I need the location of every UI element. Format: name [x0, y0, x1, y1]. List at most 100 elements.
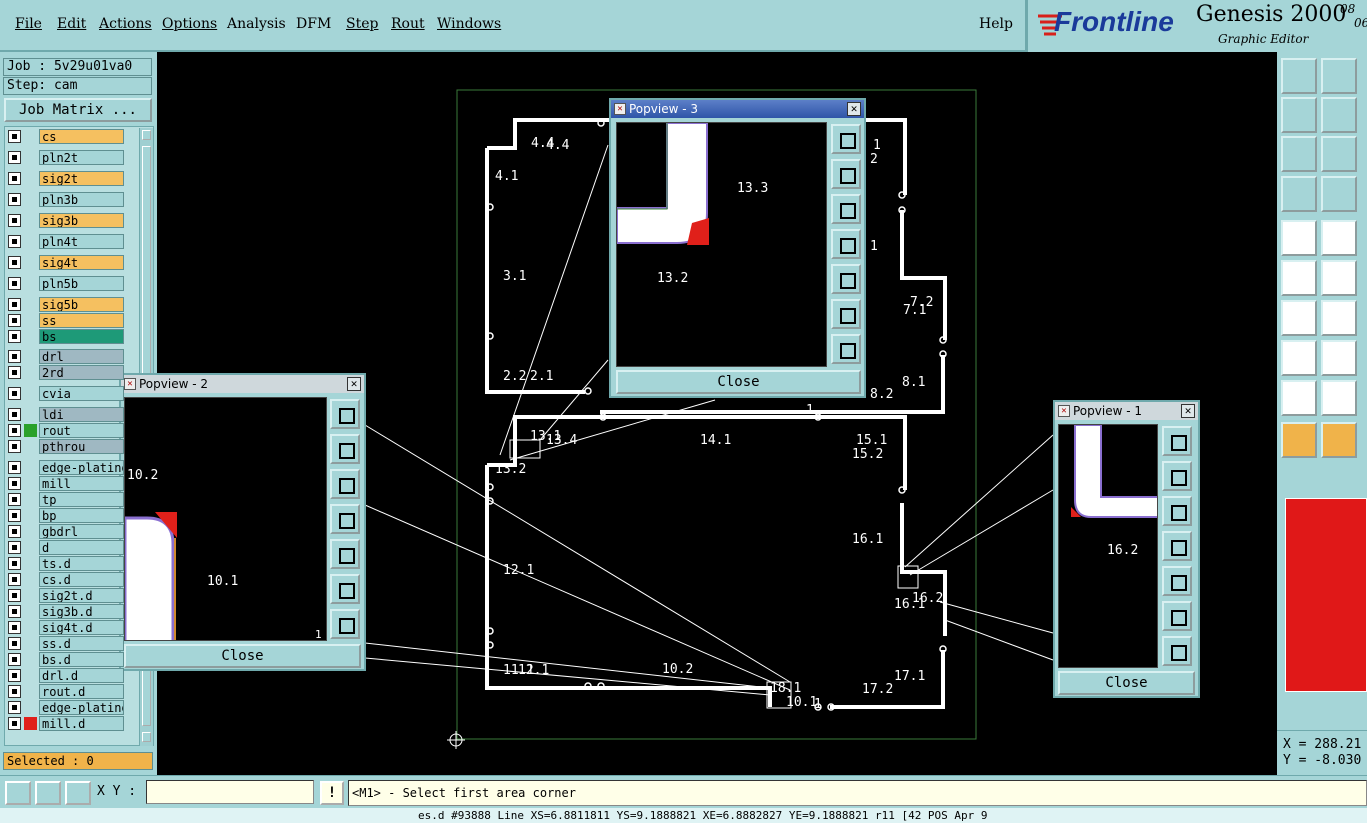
layer-name[interactable]: ldi [39, 407, 124, 422]
layer-color-indicator[interactable] [24, 717, 37, 730]
layer-name[interactable]: mill [39, 476, 124, 491]
layer-row[interactable]: sig3b [6, 213, 124, 228]
layer-name[interactable]: ts.d [39, 556, 124, 571]
zoom-home-icon[interactable] [831, 124, 861, 154]
layer-checkbox[interactable] [8, 541, 21, 554]
snap-vertex-icon[interactable] [1321, 380, 1357, 416]
layer-name[interactable]: bs.d [39, 652, 124, 667]
layer-checkbox[interactable] [8, 493, 21, 506]
layer-row[interactable]: pthrou [6, 439, 124, 454]
layer-row[interactable]: sig2t [6, 171, 124, 186]
layer-checkbox[interactable] [8, 277, 21, 290]
layer-row[interactable]: sig2t.d [6, 588, 124, 603]
select-pointer-icon[interactable] [1281, 422, 1317, 458]
popview-3-title[interactable]: Popview - 3 [611, 100, 864, 118]
layer-checkbox[interactable] [8, 408, 21, 421]
pan-up-icon[interactable] [831, 159, 861, 189]
layer-checkbox[interactable] [8, 573, 21, 586]
zoom-out-icon[interactable] [831, 334, 861, 364]
layer-name[interactable]: d [39, 540, 124, 555]
pan-left-icon[interactable] [831, 229, 861, 259]
layer-row[interactable]: ldi [6, 407, 124, 422]
view-top-icon[interactable] [1281, 58, 1317, 94]
layer-checkbox[interactable] [8, 151, 21, 164]
grid-icon[interactable] [1321, 176, 1357, 212]
layer-name[interactable]: sig4t [39, 255, 124, 270]
layer-row[interactable]: pln5b [6, 276, 124, 291]
layer-checkbox[interactable] [8, 685, 21, 698]
layer-checkbox[interactable] [8, 424, 21, 437]
popview-1-close-button[interactable]: Close [1058, 671, 1195, 695]
view-right-icon[interactable] [1321, 97, 1357, 133]
layer-checkbox[interactable] [8, 298, 21, 311]
snap-triangle-icon[interactable] [1281, 380, 1317, 416]
zoom-home-icon[interactable] [330, 399, 360, 429]
snap-edge-icon[interactable] [1281, 300, 1317, 336]
zoom-in-icon[interactable] [1162, 601, 1192, 631]
layer-row[interactable]: mill.d [6, 716, 124, 731]
layer-checkbox[interactable] [8, 477, 21, 490]
layer-name[interactable]: pln4t [39, 234, 124, 249]
layer-row[interactable]: drl.d [6, 668, 124, 683]
pan-down-icon[interactable] [831, 194, 861, 224]
layer-row[interactable]: sig3b.d [6, 604, 124, 619]
select-area-icon[interactable] [1321, 422, 1357, 458]
layer-row[interactable]: sig4t.d [6, 620, 124, 635]
layer-name[interactable]: cs.d [39, 572, 124, 587]
menu-rout[interactable]: Rout [391, 16, 425, 32]
layer-checkbox[interactable] [8, 717, 21, 730]
snap-point-icon[interactable] [1281, 340, 1317, 376]
menu-windows[interactable]: Windows [437, 16, 501, 32]
menu-step[interactable]: Step [346, 16, 378, 32]
view-left-icon[interactable] [1281, 97, 1317, 133]
layer-name[interactable]: sig2t.d [39, 588, 124, 603]
layer-row[interactable]: pln2t [6, 150, 124, 165]
zoom-out-icon[interactable] [1162, 636, 1192, 666]
layer-row[interactable]: gbdrl [6, 524, 124, 539]
layer-name[interactable]: tp [39, 492, 124, 507]
scroll-down-arrow-icon[interactable] [142, 732, 151, 742]
layer-row[interactable]: edge-plating [6, 700, 124, 715]
pan-up-icon[interactable] [330, 434, 360, 464]
layer-name[interactable]: drl.d [39, 668, 124, 683]
snap-icon[interactable] [1281, 220, 1317, 256]
view-bottom-icon[interactable] [1321, 58, 1357, 94]
layer-row[interactable]: cs.d [6, 572, 124, 587]
layer-checkbox[interactable] [8, 669, 21, 682]
popview-2-canvas[interactable]: 10.2 10.1 1 [124, 397, 327, 641]
layer-name[interactable]: pln3b [39, 192, 124, 207]
layer-name[interactable]: sig5b [39, 297, 124, 312]
layer-name[interactable]: sig2t [39, 171, 124, 186]
layer-checkbox[interactable] [8, 387, 21, 400]
layer-checkbox[interactable] [8, 256, 21, 269]
layer-row[interactable]: bs.d [6, 652, 124, 667]
pan-left-icon[interactable] [1162, 531, 1192, 561]
pan-down-icon[interactable] [330, 469, 360, 499]
layer-checkbox[interactable] [8, 330, 21, 343]
layer-name[interactable]: cvia [39, 386, 124, 401]
layer-name[interactable]: ss [39, 313, 124, 328]
job-matrix-button[interactable]: Job Matrix ... [4, 98, 152, 122]
grid-snap-icon[interactable] [65, 781, 91, 805]
layer-name[interactable]: pln5b [39, 276, 124, 291]
pan-right-icon[interactable] [330, 539, 360, 569]
popview-2-close-button[interactable]: Close [124, 644, 361, 668]
pan-left-icon[interactable] [330, 504, 360, 534]
layer-row[interactable]: mill [6, 476, 124, 491]
layer-checkbox[interactable] [8, 525, 21, 538]
close-icon[interactable]: ✕ [1181, 404, 1195, 418]
pan-right-icon[interactable] [1162, 566, 1192, 596]
scroll-up-arrow-icon[interactable] [142, 130, 151, 140]
menu-options[interactable]: Options [162, 16, 217, 32]
layer-name[interactable]: bp [39, 508, 124, 523]
layer-row[interactable]: ts.d [6, 556, 124, 571]
popview-2-title[interactable]: Popview - 2 [121, 375, 364, 393]
layer-row[interactable]: sig4t [6, 255, 124, 270]
zoom-area-icon[interactable] [5, 781, 31, 805]
pan-right-icon[interactable] [831, 264, 861, 294]
menu-actions[interactable]: Actions [99, 16, 152, 32]
layer-name[interactable]: sig4t.d [39, 620, 124, 635]
zoom-center-icon[interactable] [1321, 136, 1357, 172]
layer-checkbox[interactable] [8, 589, 21, 602]
layer-name[interactable]: edge-plating [39, 460, 124, 475]
